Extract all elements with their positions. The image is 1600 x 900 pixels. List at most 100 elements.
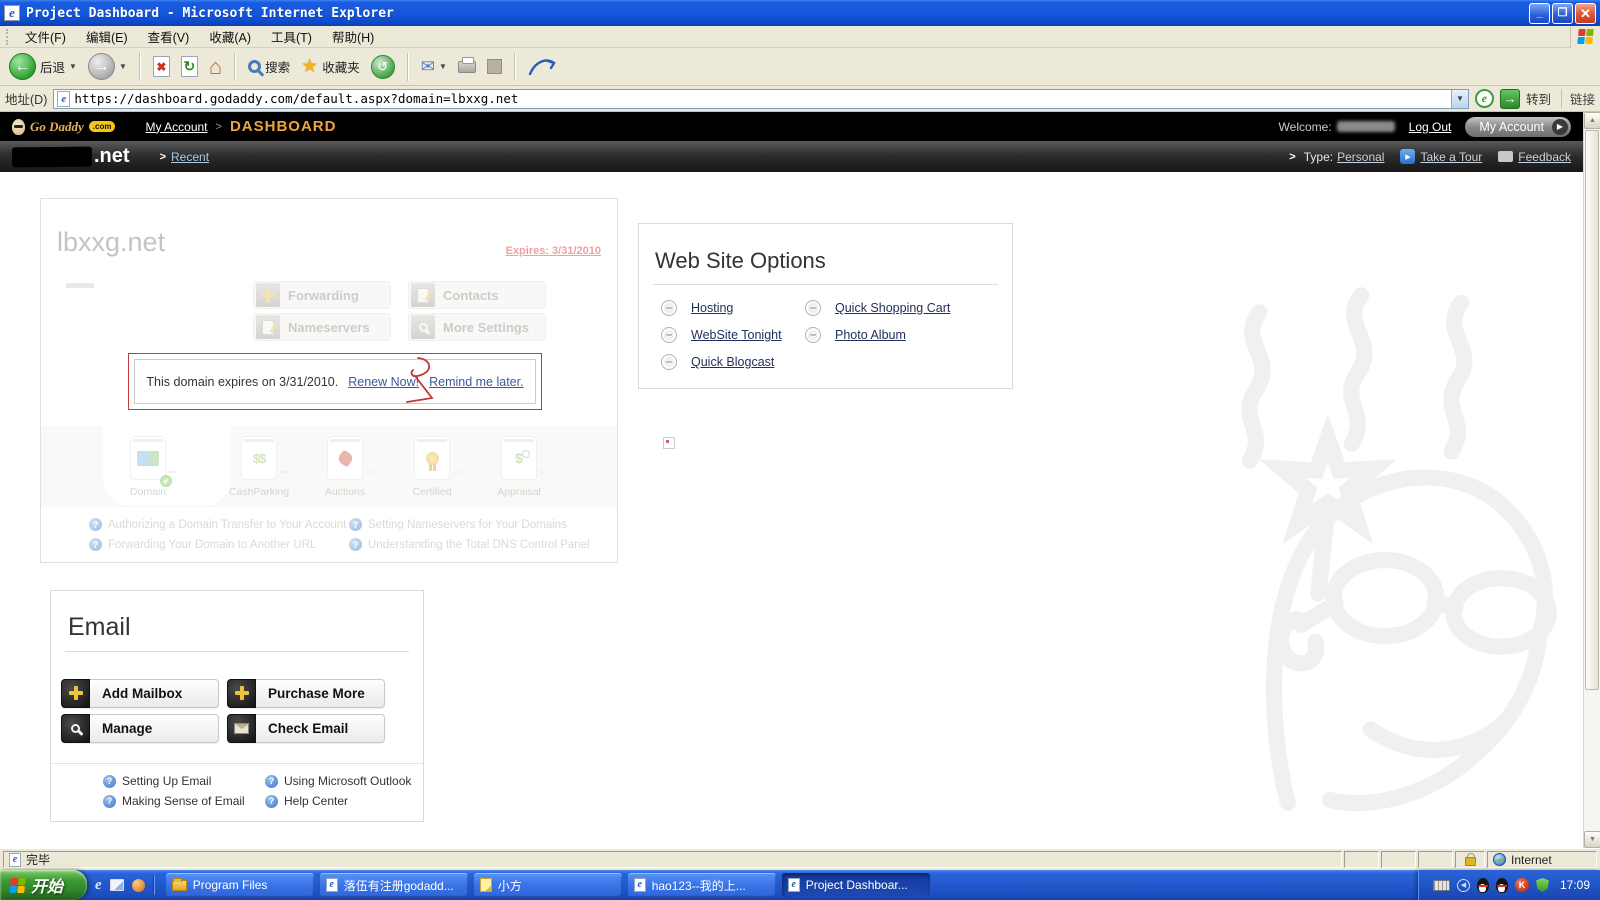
taskbar-button-hao123[interactable]: e hao123--我的上... <box>627 873 776 897</box>
tab-domain[interactable]: ✔ <box>130 436 176 488</box>
links-label[interactable]: 链接 <box>1560 89 1595 108</box>
menu-help[interactable]: 帮助(H) <box>322 24 384 49</box>
quick-blogcast-link[interactable]: – Quick Blogcast <box>661 354 774 370</box>
qq-penguin-icon[interactable] <box>1476 877 1489 893</box>
help-link[interactable]: ? Understanding the Total DNS Control Pa… <box>349 538 590 551</box>
vertical-scrollbar[interactable]: ▲ ▼ <box>1583 112 1600 848</box>
red-annotation-mark <box>406 357 434 403</box>
help-link[interactable]: ? Authorizing a Domain Transfer to Your … <box>89 518 346 531</box>
scroll-up-button[interactable]: ▲ <box>1584 112 1600 129</box>
back-dropdown-icon[interactable]: ▼ <box>69 62 77 71</box>
scrollbar-thumb[interactable] <box>1585 130 1599 690</box>
menu-edit[interactable]: 编辑(E) <box>76 24 138 49</box>
restore-button[interactable]: ❐ <box>1552 2 1573 24</box>
using-microsoft-outlook-link[interactable]: ? Using Microsoft Outlook <box>265 774 411 788</box>
minus-icon: – <box>805 300 821 316</box>
favorites-button[interactable]: ★ 收藏夹 <box>298 53 363 80</box>
taskbar-button-program-files[interactable]: Program Files <box>165 873 314 897</box>
page-icon: e <box>57 90 71 107</box>
minus-icon: – <box>661 354 677 370</box>
divider <box>653 284 998 285</box>
more-settings-button[interactable]: More Settings <box>408 313 546 341</box>
godaddy-header: Go Daddy .com My Account > DASHBOARD Wel… <box>0 112 1583 141</box>
qq-penguin-icon[interactable] <box>1495 877 1508 893</box>
antivirus-shield-icon[interactable] <box>1535 878 1549 892</box>
making-sense-of-email-link[interactable]: ? Making Sense of Email <box>103 794 245 808</box>
start-button[interactable]: 开始 <box>0 870 88 900</box>
menu-favorites[interactable]: 收藏(A) <box>199 24 261 49</box>
folder-icon <box>171 877 187 891</box>
taskbar-button-project-dashboard[interactable]: e Project Dashboar... <box>781 873 930 897</box>
taskbar-button-xiaofang[interactable]: 小方 <box>473 873 622 897</box>
log-out-link[interactable]: Log Out <box>1409 120 1452 134</box>
mail-dropdown-icon[interactable]: ▼ <box>439 62 447 71</box>
setting-up-email-link[interactable]: ? Setting Up Email <box>103 774 211 788</box>
menu-file[interactable]: 文件(F) <box>15 24 76 49</box>
contacts-button[interactable]: Contacts <box>408 281 546 309</box>
hosting-link[interactable]: – Hosting <box>661 300 733 316</box>
quicklaunch-ie-icon[interactable]: e <box>95 877 102 894</box>
help-center-link[interactable]: ? Help Center <box>265 794 348 808</box>
remind-me-later-link[interactable]: Remind me later. <box>429 375 523 389</box>
help-link[interactable]: ? Forwarding Your Domain to Another URL <box>89 538 316 551</box>
search-button[interactable]: 搜索 <box>245 55 293 78</box>
website-tonight-link[interactable]: – WebSite Tonight <box>661 327 782 343</box>
menu-view[interactable]: 查看(V) <box>138 24 200 49</box>
print-button[interactable] <box>455 56 479 75</box>
manage-button[interactable]: Manage <box>61 713 219 743</box>
forward-dropdown-icon[interactable]: ▼ <box>119 62 127 71</box>
back-button[interactable]: ← 后退 ▼ <box>6 51 80 82</box>
purchase-more-button[interactable]: Purchase More <box>227 678 385 708</box>
address-dropdown-button[interactable]: ▼ <box>1450 89 1468 108</box>
tab-auctions[interactable] <box>327 436 373 480</box>
clock[interactable]: 17:09 <box>1560 878 1590 892</box>
minimize-button[interactable]: _ <box>1529 2 1550 24</box>
tab-certified[interactable] <box>414 436 460 480</box>
godaddy-logo[interactable]: Go Daddy .com <box>12 118 116 135</box>
ie-page-icon: e <box>787 878 800 892</box>
ie-app-icon: e <box>4 5 20 21</box>
page-content: lbxxg.net Expires: 3/31/2010 Forwarding … <box>0 172 1583 848</box>
go-button[interactable]: → <box>1499 88 1520 109</box>
recent-chevron-icon: > <box>159 150 166 163</box>
download-tool-button[interactable] <box>525 55 559 79</box>
mail-icon: ✉ <box>420 56 435 76</box>
nameservers-button[interactable]: Nameservers <box>253 313 391 341</box>
domain-expires-link[interactable]: Expires: 3/31/2010 <box>506 245 601 257</box>
check-email-button[interactable]: Check Email <box>227 713 385 743</box>
keyboard-tray-icon[interactable] <box>1432 879 1450 891</box>
show-desktop-icon[interactable] <box>109 879 124 891</box>
refresh-button[interactable]: ↻ <box>178 54 201 79</box>
my-account-button[interactable]: My Account ▶ <box>1465 116 1571 137</box>
k-app-tray-icon[interactable]: K <box>1514 878 1529 892</box>
history-button[interactable]: ↺ <box>368 53 398 81</box>
address-input[interactable]: e https://dashboard.godaddy.com/default.… <box>53 88 1469 109</box>
quicklaunch-app-icon[interactable] <box>131 878 145 892</box>
add-mailbox-button[interactable]: Add Mailbox <box>61 678 219 708</box>
warning-message: This domain expires on 3/31/2010. <box>146 374 339 389</box>
photo-album-link[interactable]: – Photo Album <box>805 327 906 343</box>
stop-button[interactable]: ✖ <box>150 54 173 79</box>
quick-shopping-cart-link[interactable]: – Quick Shopping Cart <box>805 300 950 316</box>
close-button[interactable]: ✕ <box>1575 2 1596 24</box>
take-a-tour-link[interactable]: Take a Tour <box>1420 150 1482 164</box>
go-label: 转到 <box>1525 93 1551 107</box>
forwarding-button[interactable]: Forwarding <box>253 281 391 309</box>
home-button[interactable]: ⌂ <box>206 55 225 79</box>
my-account-link[interactable]: My Account <box>145 120 207 134</box>
forward-button[interactable]: → ▼ <box>85 51 130 82</box>
magnifier-icon <box>61 713 90 743</box>
feedback-link[interactable]: Feedback <box>1518 150 1571 164</box>
recent-link[interactable]: Recent <box>171 150 209 164</box>
type-personal-link[interactable]: Personal <box>1337 150 1384 164</box>
taskbar: 开始 e Program Files e 落伍有注册godadd... 小方 e… <box>0 870 1600 900</box>
tab-cashparking[interactable]: $$ <box>241 436 287 480</box>
menu-tools[interactable]: 工具(T) <box>261 24 322 49</box>
tab-appraisal[interactable]: $ <box>501 436 547 480</box>
mail-button[interactable]: ✉ ▼ <box>418 55 450 79</box>
taskbar-button-luowu[interactable]: e 落伍有注册godadd... <box>319 873 468 897</box>
help-link[interactable]: ? Setting Nameservers for Your Domains <box>349 518 567 531</box>
tray-collapse-icon[interactable]: ◀ <box>1456 878 1470 892</box>
scroll-down-button[interactable]: ▼ <box>1584 831 1600 848</box>
edit-button[interactable] <box>484 57 505 76</box>
